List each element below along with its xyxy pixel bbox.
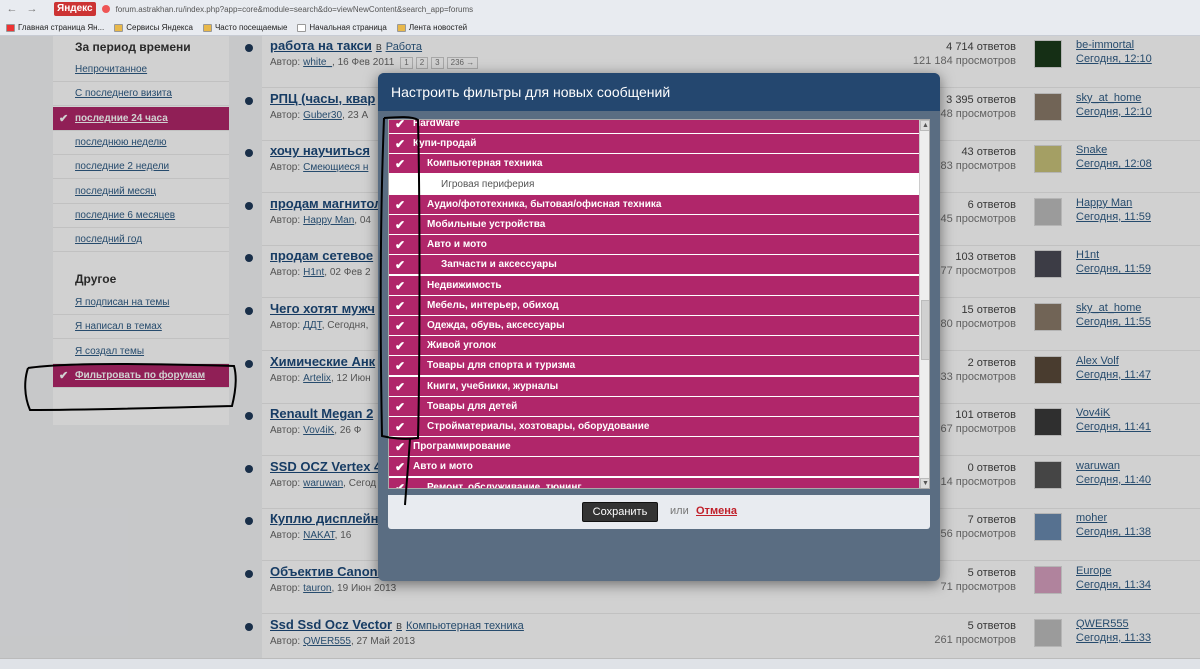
forum-filter-item[interactable]: ✔ Одежда, обувь, аксессуары (389, 316, 919, 336)
check-icon: ✔ (395, 399, 406, 414)
check-icon: ✔ (395, 319, 406, 333)
forum-filter-label: Купи-продай (413, 138, 477, 150)
bookmark-item[interactable]: Сервисы Яндекса (114, 23, 193, 32)
forum-filter-list: ✔ HardWare ✔ Купи-продай ✔ Компьютерная техни… (388, 119, 930, 489)
cancel-link[interactable]: Отмена (696, 505, 737, 517)
forum-filter-item[interactable]: ✔ Недвижимость (389, 275, 919, 296)
check-icon: ✔ (395, 420, 406, 434)
check-icon: ✔ (395, 298, 406, 313)
bookmark-folder-icon (396, 23, 406, 32)
forum-filter-item[interactable]: ✔ Программирование (389, 437, 919, 458)
forum-filter-label: Запчасти и аксессуары (441, 259, 557, 271)
check-icon: ✔ (395, 258, 406, 273)
save-button[interactable]: Сохранить (582, 502, 658, 522)
check-icon: ✔ (395, 157, 406, 172)
forum-filter-label: Авто и мото (427, 239, 487, 251)
forum-filter-label: Одежда, обувь, аксессуары (427, 320, 565, 331)
scroll-down-icon[interactable]: ▼ (920, 478, 929, 488)
bookmark-folder-icon (202, 23, 212, 32)
forum-filter-item[interactable]: ✔ Мебель, интерьер, обиход (389, 295, 919, 316)
forum-filter-item[interactable]: ✔ Купи-продай (389, 134, 919, 155)
forum-filter-item[interactable]: ✔ Авто и мото (389, 235, 919, 256)
bookmark-folder-icon (297, 23, 307, 32)
scroll-up-icon[interactable]: ▲ (920, 120, 929, 131)
bookmark-item[interactable]: Часто посещаемые (202, 23, 288, 32)
bookmark-label: Сервисы Яндекса (126, 23, 193, 32)
bookmark-item[interactable]: Лента новостей (396, 23, 468, 32)
forum-filter-label: Книги, учебники, журналы (427, 380, 559, 392)
forum-filter-item[interactable]: Игровая периферия (389, 174, 919, 195)
forum-filter-label: Живой уголок (427, 340, 497, 352)
bookmark-label: Лента новостей (408, 23, 468, 32)
forum-filter-label: Ремонт, обслуживание, тюнинг (427, 481, 582, 489)
forum-filter-item[interactable]: ✔ Компьютерная техника (389, 154, 919, 175)
bookmark-item[interactable]: Начальная страница (297, 23, 387, 32)
check-icon: ✔ (395, 218, 406, 232)
forum-filter-label: Товары для спорта и туризма (427, 360, 576, 372)
forum-filter-label: Игровая периферия (441, 178, 535, 190)
check-icon: ✔ (395, 137, 406, 152)
forum-filter-item[interactable]: ✔ Книги, учебники, журналы (389, 376, 919, 397)
forum-filter-label: Товары для детей (427, 400, 518, 412)
site-favicon-icon (101, 5, 110, 13)
scroll-thumb[interactable] (921, 300, 929, 360)
modal-footer: Сохранить или Отмена (388, 495, 930, 529)
forum-filter-label: HardWare (413, 119, 460, 129)
modal-title: Настроить фильтры для новых сообщений (378, 73, 940, 111)
forum-filter-label: Аудио/фототехника, бытовая/офисная техни… (427, 198, 662, 210)
bookmark-item[interactable]: Главная страница Ян... (6, 23, 104, 32)
status-bar (0, 658, 1200, 669)
browser-chrome: ← → Яндекс forum.astrakhan.ru/index.php?… (0, 0, 1200, 36)
forum-filter-item[interactable]: ✔ Стройматериалы, хозтовары, оборудование (389, 417, 919, 437)
bookmark-folder-icon (114, 23, 124, 32)
url-field[interactable]: forum.astrakhan.ru/index.php?app=core&mo… (116, 5, 474, 14)
bookmark-label: Часто посещаемые (214, 23, 288, 32)
forum-filter-item[interactable]: ✔ Товары для спорта и туризма (389, 356, 919, 377)
bookmarks-bar: Главная страница Ян... Сервисы Яндекса Час… (0, 19, 1200, 36)
forum-filter-item[interactable]: ✔ Товары для детей (389, 396, 919, 417)
page: За период времени Непрочитанное С последне… (0, 36, 1200, 669)
forum-filter-label: Программирование (413, 441, 511, 453)
filter-modal: Настроить фильтры для новых сообщений ✔ H… (378, 73, 940, 581)
check-icon: ✔ (395, 278, 406, 293)
forum-filter-label: Компьютерная техника (427, 158, 543, 170)
forum-filter-item[interactable]: ✔ Живой уголок (389, 336, 919, 357)
address-row: ← → Яндекс forum.astrakhan.ru/index.php?… (0, 0, 1200, 18)
forum-filter-item[interactable]: ✔ Мобильные устройства (389, 215, 919, 235)
check-icon: ✔ (395, 339, 406, 354)
forum-filter-item[interactable]: ✔ Авто и мото (389, 457, 919, 478)
check-icon: ✔ (395, 460, 406, 475)
forum-filter-label: Авто и мото (413, 461, 473, 473)
forum-filter-label: Мобильные устройства (427, 219, 546, 230)
check-icon: ✔ (395, 197, 406, 212)
check-icon: ✔ (395, 379, 406, 394)
filter-list-scrollbar[interactable]: ▲ ▼ (919, 120, 929, 488)
forum-filter-item[interactable]: ✔ Запчасти и аксессуары (389, 255, 919, 276)
check-icon: ✔ (395, 238, 406, 253)
check-icon: ✔ (395, 480, 406, 489)
bookmark-label: Начальная страница (309, 23, 387, 32)
forum-filter-label: Мебель, интерьер, обиход (427, 299, 559, 311)
forum-filter-item[interactable]: ✔ Аудио/фототехника, бытовая/офисная техн… (389, 194, 919, 215)
forum-filter-item[interactable]: ✔ HardWare (389, 119, 919, 134)
forward-arrow-icon[interactable]: → (24, 1, 40, 17)
yandex-logo[interactable]: Яндекс (54, 2, 96, 16)
forum-filter-label: Недвижимость (427, 279, 502, 291)
check-icon: ✔ (395, 440, 406, 455)
forum-filter-item[interactable]: ✔ Ремонт, обслуживание, тюнинг (389, 477, 919, 489)
check-icon: ✔ (395, 119, 406, 131)
check-icon: ✔ (395, 359, 406, 374)
or-text: или (670, 505, 689, 517)
forum-filter-label: Стройматериалы, хозтовары, оборудование (427, 421, 650, 432)
bookmark-label: Главная страница Ян... (18, 23, 105, 32)
bookmark-folder-icon (6, 23, 15, 32)
back-arrow-icon[interactable]: ← (4, 1, 20, 17)
